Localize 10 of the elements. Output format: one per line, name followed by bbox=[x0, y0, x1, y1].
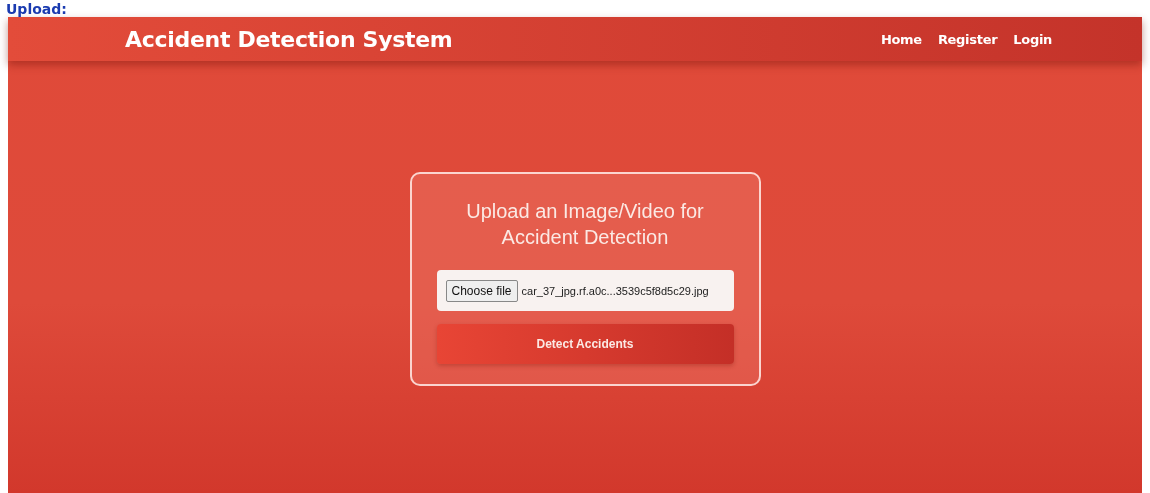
file-input[interactable]: Choose file car_37_jpg.rf.a0c...3539c5f8d5c29.jpg bbox=[436, 270, 734, 311]
nav-link[interactable]: Register bbox=[937, 31, 998, 47]
page-caption: Upload: bbox=[6, 0, 67, 17]
card-heading: Upload an Image/Video for Accident Detection bbox=[465, 199, 705, 250]
nav-link[interactable]: Home bbox=[880, 31, 922, 47]
file-name: car_37_jpg.rf.a0c...3539c5f8d5c29.jpg bbox=[521, 284, 709, 297]
detect-accidents-button[interactable]: Detect Accidents bbox=[436, 324, 734, 364]
nav-link[interactable]: Login bbox=[1013, 31, 1052, 47]
site-title: Accident Detection System bbox=[125, 26, 453, 52]
choose-file-button[interactable]: Choose file bbox=[445, 279, 518, 302]
